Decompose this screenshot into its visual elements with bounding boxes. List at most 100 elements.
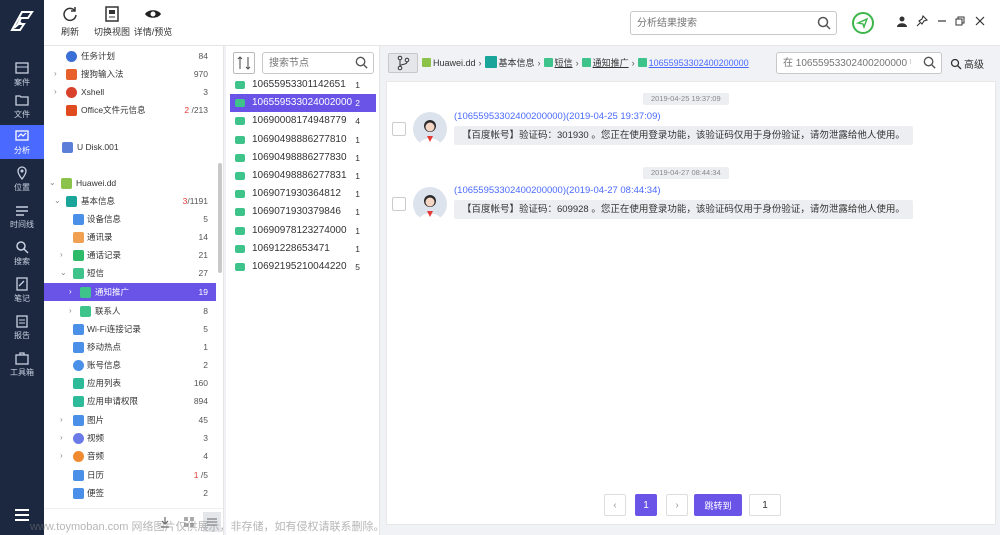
- search-icon[interactable]: [816, 15, 832, 31]
- tree-item-audio[interactable]: › 音频 4: [44, 447, 216, 465]
- restore-icon[interactable]: [954, 15, 966, 27]
- detail-preview-button[interactable]: 详情/预览: [132, 5, 174, 45]
- pin-icon[interactable]: [916, 15, 928, 27]
- tree-item-account[interactable]: 账号信息 2: [44, 356, 216, 374]
- message-checkbox[interactable]: [392, 197, 406, 211]
- tree-item-device-info[interactable]: 设备信息 5: [44, 210, 216, 228]
- list-item[interactable]: 10690008174948779 4: [230, 112, 376, 130]
- person-avatar-icon: [419, 120, 441, 146]
- tree-item-videos[interactable]: › 视频 3: [44, 429, 216, 447]
- rail-item-file[interactable]: 文件: [0, 89, 44, 123]
- branch-button[interactable]: [388, 53, 418, 73]
- chevron-right-icon[interactable]: ›: [60, 411, 68, 429]
- breadcrumb-item[interactable]: 基本信息: [499, 58, 535, 68]
- breadcrumb-item[interactable]: 短信: [555, 58, 573, 68]
- refresh-button[interactable]: 刷新: [58, 5, 82, 45]
- close-icon[interactable]: [974, 15, 986, 27]
- rail-item-search[interactable]: 搜索: [0, 236, 44, 270]
- rail-item-analysis[interactable]: 分析: [0, 125, 44, 159]
- tree-scrollbar[interactable]: [218, 163, 222, 273]
- chevron-right-icon[interactable]: ›: [60, 429, 68, 447]
- rail-item-note[interactable]: 笔记: [0, 273, 44, 307]
- breadcrumb-item[interactable]: Huawei.dd: [433, 58, 476, 68]
- list-item-count: 1: [355, 243, 360, 254]
- switch-view-button[interactable]: 切换视图: [92, 5, 132, 45]
- breadcrumb-item[interactable]: 通知推广: [593, 58, 629, 68]
- list-item[interactable]: 10692195210044220 5: [230, 258, 376, 276]
- list-item[interactable]: 1069071930379846 1: [230, 203, 376, 221]
- tree-item-count: 84: [198, 51, 208, 61]
- user-icon[interactable]: [896, 15, 908, 27]
- tree-item-office-meta[interactable]: Office文件元信息 2 /213: [44, 101, 216, 119]
- rail-item-toolbox[interactable]: 工具箱: [0, 347, 44, 381]
- list-item[interactable]: 106559533024002000002: [230, 94, 376, 113]
- chevron-right-icon[interactable]: ›: [60, 246, 68, 264]
- tree-item-call-log[interactable]: › 通话记录 21: [44, 246, 216, 264]
- chevron-right-icon[interactable]: ›: [60, 447, 68, 465]
- search-icon[interactable]: [354, 55, 369, 70]
- message-checkbox[interactable]: [392, 122, 406, 136]
- chevron-right-icon[interactable]: ›: [69, 302, 77, 320]
- tree-item-wifi[interactable]: Wi-Fi连接记录 5: [44, 320, 216, 338]
- analysis-search-box[interactable]: [630, 11, 837, 35]
- prev-page-button[interactable]: ‹: [604, 494, 626, 516]
- rail-item-report[interactable]: 报告: [0, 310, 44, 344]
- advanced-search-button[interactable]: 高级: [950, 56, 984, 71]
- tree-item-hotspot[interactable]: 移动热点 1: [44, 338, 216, 356]
- android-icon: [61, 178, 72, 189]
- rail-item-case[interactable]: 案件: [0, 57, 44, 91]
- search-icon[interactable]: [922, 55, 937, 70]
- detail-search-input[interactable]: [777, 53, 911, 73]
- detail-search-box[interactable]: [776, 52, 942, 74]
- tree-item-images[interactable]: › 图片 45: [44, 411, 216, 429]
- sort-button[interactable]: [233, 52, 255, 74]
- tree-item-label: 便签: [87, 488, 105, 498]
- tree-item-xshell[interactable]: › Xshell 3: [44, 83, 216, 101]
- list-item[interactable]: 1069071930364812 1: [230, 185, 376, 203]
- breadcrumb-item-current[interactable]: 10655953302400200000: [649, 58, 749, 68]
- list-item[interactable]: 10690498886277810 1: [230, 131, 376, 149]
- list-item-count: 1: [355, 80, 360, 90]
- next-page-button[interactable]: ›: [666, 494, 688, 516]
- list-item[interactable]: 10690978123274000 1: [230, 222, 376, 240]
- tree-item-contacts[interactable]: 通讯录 14: [44, 228, 216, 246]
- tree-item-label: U Disk.001: [77, 142, 119, 152]
- tree-item-notification[interactable]: › 通知推广 19: [44, 283, 216, 301]
- node-search-box[interactable]: [262, 52, 374, 74]
- tree-item-memo[interactable]: 便签 2: [44, 484, 216, 502]
- navigate-icon[interactable]: [852, 12, 874, 34]
- page-button-current[interactable]: 1: [635, 494, 657, 516]
- rail-item-timeline[interactable]: 时间线: [0, 199, 44, 233]
- chevron-right-icon[interactable]: ›: [69, 283, 77, 301]
- message-icon: [80, 306, 91, 317]
- chevron-right-icon[interactable]: ›: [54, 83, 62, 101]
- chevron-down-icon[interactable]: ⌄: [49, 174, 57, 192]
- jump-to-button[interactable]: 跳转到: [694, 494, 742, 516]
- tree-item-huawei[interactable]: ⌄ Huawei.dd: [44, 174, 216, 192]
- tree-item-sms[interactable]: ⌄ 短信 27: [44, 264, 216, 282]
- tree-item-sogou[interactable]: › 搜狗输入法 970: [44, 65, 216, 83]
- list-item[interactable]: 10691228653471 1: [230, 240, 376, 258]
- tree-item-sms-contacts[interactable]: › 联系人 8: [44, 302, 216, 320]
- tree-item-app-permissions[interactable]: 应用申请权限 894: [44, 392, 216, 410]
- tree-item-calendar[interactable]: 日历 1 /5: [44, 466, 216, 484]
- tree-item-app-list[interactable]: 应用列表 160: [44, 374, 216, 392]
- node-search-input[interactable]: [263, 53, 347, 73]
- list-item-number: 10690498886277810: [252, 133, 347, 145]
- rail-item-location[interactable]: 位置: [0, 162, 44, 196]
- chevron-right-icon[interactable]: ›: [54, 65, 62, 83]
- tree-item-basic-info[interactable]: ⌄ 基本信息 3/1191: [44, 192, 216, 210]
- switch-view-label: 切换视图: [93, 27, 130, 37]
- list-item[interactable]: 10690498886277830 1: [230, 149, 376, 167]
- chevron-down-icon[interactable]: ⌄: [54, 192, 62, 210]
- list-item[interactable]: 10690498886277831 1: [230, 167, 376, 185]
- jump-page-input[interactable]: 1: [749, 494, 781, 516]
- list-item[interactable]: 10655953301142651 1: [230, 76, 376, 94]
- minimize-icon[interactable]: [936, 15, 948, 27]
- menu-icon[interactable]: [12, 507, 32, 523]
- analysis-search-input[interactable]: [631, 12, 801, 34]
- tree-item-task-plan[interactable]: 任务计划 84: [44, 47, 216, 65]
- tree-item-udisk[interactable]: U Disk.001: [44, 138, 216, 156]
- tree-item-label: 应用申请权限: [87, 396, 139, 406]
- chevron-down-icon[interactable]: ⌄: [60, 264, 68, 282]
